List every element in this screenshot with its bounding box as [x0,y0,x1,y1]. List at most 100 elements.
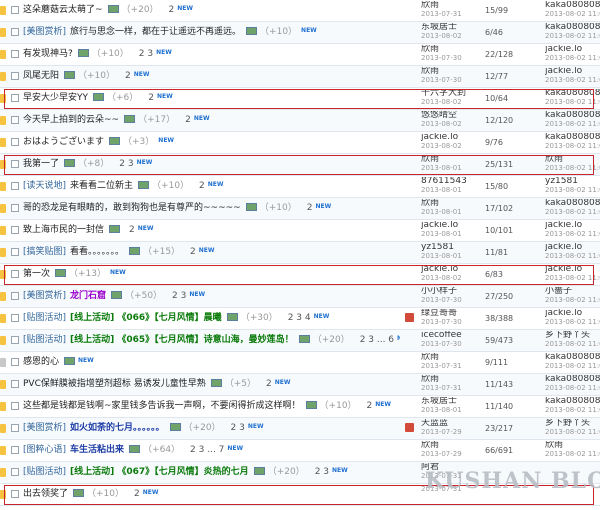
last-reply-user[interactable]: kaka080808 [545,133,600,142]
last-reply[interactable]: jackie.lo2013-08-02 11:06 [545,309,600,327]
row-checkbox[interactable] [11,50,19,58]
last-reply[interactable]: jackie.lo2013-08-02 11:06 [545,265,600,283]
page-links[interactable]: 2 [190,247,196,257]
row-checkbox[interactable] [11,490,19,498]
page-links[interactable]: 2 [134,489,140,499]
thread-title-link[interactable]: 有发现神马? [23,49,73,59]
last-reply-user[interactable]: 乡下野丫头 [545,419,600,428]
thread-title-link[interactable]: 如火如荼的七月。。。。。。 [70,423,165,433]
thread-title-link[interactable]: 感恩的心 [23,357,59,367]
thread-title-link[interactable]: おはようございます [23,137,104,147]
page-links[interactable]: 2 3 ... 7 [190,445,224,455]
last-reply-user[interactable]: kaka080808 [545,89,600,98]
thread-title-link[interactable]: 今天早上拍到的云朵~~ [23,115,119,125]
thread-category-link[interactable]: [读天说地] [23,181,66,191]
row-checkbox[interactable] [11,248,19,256]
last-reply-user[interactable]: kaka080808 [545,1,600,10]
thread-title-link[interactable]: 出去领奖了 [23,489,68,499]
last-reply[interactable]: 欣雨2013-08-02 11:06 [545,441,600,459]
last-reply[interactable]: 乡下野丫头2013-08-02 11:06 [545,331,600,349]
row-checkbox[interactable] [11,226,19,234]
table-row[interactable]: [贴图活动] [线上活动] 《065》【七月风情】诗意山海，曼妙莲岛！ （+20） 2… [0,330,600,352]
row-checkbox[interactable] [11,182,19,190]
row-checkbox[interactable] [11,424,19,432]
last-reply[interactable]: kaka0808082013-08-02 11:06 [545,375,600,393]
page-links[interactable]: 2 3 [315,467,329,477]
thread-title-link[interactable]: [线上活动] 《067》【七月风情】炎热的七月 [70,467,249,477]
last-reply-user[interactable]: jackie.lo [545,243,600,252]
page-links[interactable]: 2 [199,181,205,191]
thread-category-link[interactable]: [搞笑贴图] [23,247,66,257]
last-reply-user[interactable]: 小薔子 [545,287,600,296]
last-reply-user[interactable]: 欣雨 [545,441,600,450]
table-row[interactable]: 致上海市民的一封信 2 NEW jackie.lo 2013-08-01 10/101 ja… [0,220,600,242]
last-reply[interactable]: kaka0808082013-08-02 11:06 [545,353,600,371]
thread-title-link[interactable]: 这些都是钱都是钱啊~家里钱多告诉我一声啊，不要闲得折成这样啊！ [23,401,301,411]
last-reply-user[interactable]: kaka080808 [545,397,600,406]
page-links[interactable]: 2 3 4 [288,313,311,323]
thread-title-link[interactable]: 哥的恐龙是有眼睛的，敢到狗狗也是有尊严的~~~~~ [23,203,241,213]
thread-title-link[interactable]: 早安大少早安YY [23,93,88,103]
last-reply-user[interactable]: 欣雨 [545,155,600,164]
page-links[interactable]: 2 3 [119,159,133,169]
row-checkbox[interactable] [11,358,19,366]
thread-category-link[interactable]: [贴图活动] [23,313,66,323]
last-reply[interactable]: kaka0808082013-08-02 11:06 [545,111,600,129]
last-reply-user[interactable]: jackie.lo [545,67,600,76]
last-reply-user[interactable]: kaka080808 [545,375,600,384]
thread-title-link[interactable]: 旅行与思念一样，都在于让遥远不再遥远。 [70,27,241,37]
row-checkbox[interactable] [11,94,19,102]
last-reply[interactable]: jackie.lo2013-08-02 11:06 [545,67,600,85]
last-reply[interactable]: kaka0808082013-08-02 11:06 [545,397,600,415]
row-checkbox[interactable] [11,468,19,476]
table-row[interactable]: 有发现神马? （+10） 2 3 NEW 欣雨 2013-07-30 22/128 jacki… [0,44,600,66]
last-reply-user[interactable]: yz1581 [545,177,600,186]
table-row[interactable]: [贴图活动] [线上活动] 《066》【七月风情】晨曦 （+30） 2 3 4 NEW 绿… [0,308,600,330]
thread-title-link[interactable]: 车生活粘出来 [70,445,124,455]
last-reply-user[interactable]: kaka080808 [545,111,600,120]
table-row[interactable]: [美图赏析] 旅行与思念一样，都在于让遥远不再遥远。 （+10） NEW 东坡居士 201… [0,22,600,44]
row-checkbox[interactable] [11,160,19,168]
thread-category-link[interactable]: [美图赏析] [23,423,66,433]
thread-title-link[interactable]: 第一次 [23,269,50,279]
row-checkbox[interactable] [11,72,19,80]
table-row[interactable]: おはようございます （+3） NEW jackie.lo 2013-08-02 9/76 k… [0,132,600,154]
page-links[interactable]: 2 [185,115,191,125]
table-row[interactable]: 这朵蘑菇云太萌了~ （+20） 2 NEW 欣雨 2013-07-31 15/99 kaka0… [0,0,600,22]
page-links[interactable]: 2 [266,379,272,389]
table-row[interactable]: [美图赏析] 龙门石窟 （+50） 2 3 NEW 小小样子 2013-07-30 27/25… [0,286,600,308]
last-reply-user[interactable]: jackie.lo [545,221,600,230]
last-reply-user[interactable]: 乡下野丫头 [545,331,600,340]
row-checkbox[interactable] [11,380,19,388]
thread-category-link[interactable]: [贴图活动] [23,335,66,345]
thread-title-link[interactable]: 龙门石窟 [70,291,106,301]
thread-title-link[interactable]: [线上活动] 《066》【七月风情】晨曦 [70,313,222,323]
thread-title-link[interactable]: 凤尾无阳 [23,71,59,81]
last-reply[interactable]: 欣雨2013-08-02 11:06 [545,155,600,173]
table-row[interactable]: PVC保鲜膜被指增塑剂超标 易诱发儿童性早熟 （+5） 2 NEW 欣雨 2013-07-… [0,374,600,396]
last-reply[interactable]: jackie.lo2013-08-02 11:06 [545,243,600,261]
page-links[interactable]: 2 [125,71,131,81]
page-links[interactable]: 2 [148,93,154,103]
last-reply-user[interactable]: jackie.lo [545,45,600,54]
thread-category-link[interactable]: [美图赏析] [23,27,66,37]
table-row[interactable]: 凤尾无阳 （+10） 2 NEW 欣雨 2013-07-30 12/77 jackie.lo 2… [0,66,600,88]
table-row[interactable]: 这些都是钱都是钱啊~家里钱多告诉我一声啊，不要闲得折成这样啊！ （+10） 2 NEW… [0,396,600,418]
last-reply[interactable]: kaka0808082013-08-02 11:06 [545,89,600,107]
table-row[interactable]: [搞笑贴图] 看看。。。。。。。 （+15） 2 NEW yz1581 2013-08-01… [0,242,600,264]
thread-category-link[interactable]: [美图赏析] [23,291,66,301]
table-row[interactable]: [读天说地] 来看看二位新主 （+10） 2 NEW 87611543 2013-08-01… [0,176,600,198]
row-checkbox[interactable] [11,28,19,36]
table-row[interactable]: [图粹心语] 车生活粘出来 （+64） 2 3 ... 7 NEW 欣雨 2013-07-2… [0,440,600,462]
thread-title-link[interactable]: 我第一了 [23,159,59,169]
last-reply-user[interactable]: jackie.lo [545,309,600,318]
thread-title-link[interactable]: 看看。。。。。。。 [70,247,124,257]
row-checkbox[interactable] [11,292,19,300]
thread-title-link[interactable]: [线上活动] 《065》【七月风情】诗意山海，曼妙莲岛！ [70,335,294,345]
page-links[interactable]: 2 3 [231,423,245,433]
table-row[interactable]: 早安大少早安YY （+6） 2 NEW 十六字大刲 2013-08-02 10/64 kaka… [0,88,600,110]
table-row[interactable]: [美图赏析] 如火如荼的七月。。。。。。 （+20） 2 3 NEW 天蓝蓝 2013-07… [0,418,600,440]
row-checkbox[interactable] [11,270,19,278]
thread-title-link[interactable]: 来看看二位新主 [70,181,133,191]
thread-title-link[interactable]: 这朵蘑菇云太萌了~ [23,5,103,15]
